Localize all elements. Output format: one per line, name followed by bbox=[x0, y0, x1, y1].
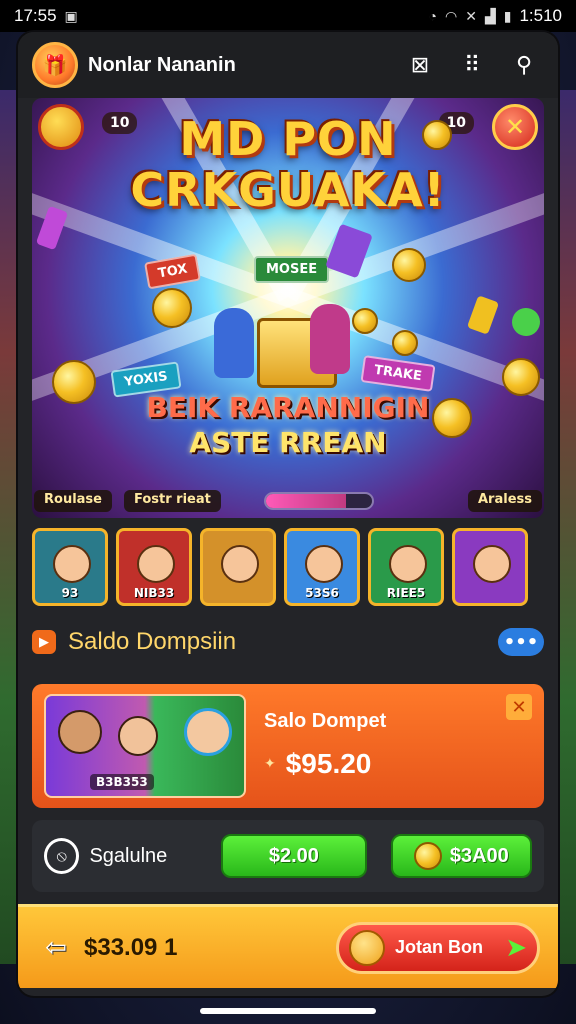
character-face bbox=[389, 545, 427, 583]
banner-tag: MOSEE bbox=[254, 256, 330, 283]
game-thumbnail[interactable]: RIEE5 bbox=[368, 528, 444, 606]
character-face bbox=[53, 545, 91, 583]
coin-icon bbox=[422, 120, 452, 150]
join-button-label: Jotan Bon bbox=[395, 937, 483, 957]
banner-subtitle-line2: ASTE RREAN bbox=[189, 426, 387, 459]
share-icon[interactable]: ⇦ bbox=[36, 928, 76, 968]
character-right bbox=[310, 304, 350, 374]
section-title: Saldo Dompsiin bbox=[68, 628, 237, 655]
amount-button-b[interactable]: $3A00 bbox=[390, 834, 532, 878]
battery-icon: ▮ bbox=[503, 7, 512, 24]
join-emblem-icon bbox=[349, 929, 385, 966]
section-badge-icon: ▶ bbox=[32, 630, 56, 654]
game-thumbnail-label: RIEE5 bbox=[386, 586, 426, 600]
action-row: ⦸ Sgalulne $2.00 $3A00 bbox=[32, 820, 544, 892]
banner-subtitle-line1: BEIK RARANNIGIN bbox=[146, 391, 430, 424]
join-button[interactable]: Jotan Bon ➤ bbox=[336, 921, 540, 974]
alarm-icon: ◔ bbox=[428, 8, 437, 24]
character-avatar bbox=[58, 710, 102, 754]
wallet-amount-row: ✦ $95.20 bbox=[264, 748, 371, 780]
banner-tag: TOX bbox=[144, 253, 202, 290]
status-time-right: 1:510 bbox=[519, 6, 562, 25]
coin-icon bbox=[152, 288, 192, 328]
gem-icon bbox=[466, 295, 500, 335]
wifi-icon: ◠ bbox=[445, 7, 458, 24]
arrow-right-icon: ➤ bbox=[505, 932, 527, 963]
more-options-button[interactable]: ••• bbox=[498, 628, 544, 656]
app-header: 🎁 Nonlar Nananin ⊠ ⠿ ⚲ bbox=[18, 32, 558, 98]
footer-bar: ⇦ $33.09 1 Jotan Bon ➤ bbox=[18, 904, 558, 988]
coin-icon bbox=[352, 308, 378, 334]
banner-headline-line2: CRKGUAKA! bbox=[130, 162, 446, 217]
character-avatar bbox=[184, 708, 232, 756]
character-avatar bbox=[118, 716, 158, 756]
game-thumbnail[interactable] bbox=[200, 528, 276, 606]
character-left bbox=[214, 308, 254, 378]
character-face bbox=[137, 545, 175, 583]
app-logo-icon[interactable]: 🎁 bbox=[32, 42, 78, 88]
coin-icon bbox=[413, 842, 442, 870]
wallet-close-button[interactable]: ✕ bbox=[506, 694, 532, 720]
footer-amount: $33.09 1 bbox=[84, 933, 178, 961]
character-face bbox=[305, 545, 343, 583]
wallet-thumbnail-label: B3B353 bbox=[90, 774, 154, 790]
wallet-thumbnail: B3B353 bbox=[44, 694, 246, 798]
gallery-icon: ▣ bbox=[64, 7, 78, 24]
banner-label-right[interactable]: Araless bbox=[468, 490, 542, 512]
banner-tag: TRAKE bbox=[360, 355, 436, 392]
banner-headline: MD PON CRKGUAKA! bbox=[32, 114, 544, 215]
game-thumbnails: 93 NIB33 53S6 RIEE5 bbox=[18, 518, 558, 606]
banner-progress-bar bbox=[264, 492, 374, 510]
game-thumbnail-label: 53S6 bbox=[305, 586, 339, 600]
character-face bbox=[473, 545, 511, 583]
banner-progress-fill bbox=[266, 494, 346, 508]
promo-banner[interactable]: 10 10 ✕ MD PON CRKGUAKA! TOX MOSEE YOXIS… bbox=[32, 98, 544, 518]
game-thumbnail-label: 93 bbox=[61, 586, 79, 600]
game-thumbnail-label: NIB33 bbox=[133, 586, 175, 600]
grid-menu-icon[interactable]: ⠿ bbox=[452, 45, 492, 85]
banner-label-left[interactable]: Roulase bbox=[34, 490, 112, 512]
banner-headline-line1: MD PON bbox=[179, 112, 397, 166]
home-indicator[interactable] bbox=[200, 1008, 376, 1014]
signal-icon: ▟ bbox=[484, 7, 496, 24]
mute-icon: ✕ bbox=[465, 7, 477, 24]
character-face bbox=[221, 545, 259, 583]
sparkle-icon: ✦ bbox=[264, 756, 276, 772]
status-bar: 17:55 ▣ ◔ ◠ ✕ ▟ ▮ 1:510 bbox=[0, 0, 576, 32]
game-thumbnail[interactable] bbox=[452, 528, 528, 606]
banner-label-middle[interactable]: Fostr rieat bbox=[124, 490, 221, 512]
wallet-amount: $95.20 bbox=[285, 748, 372, 779]
banner-subtitle: BEIK RARANNIGIN ASTE RREAN bbox=[32, 390, 544, 460]
close-box-icon[interactable]: ⊠ bbox=[400, 45, 440, 85]
action-label: Sgalulne bbox=[89, 844, 168, 867]
wallet-section-header: ▶ Saldo Dompsiin ••• bbox=[18, 606, 558, 678]
amount-button-b-label: $3A00 bbox=[449, 844, 509, 867]
game-thumbnail[interactable]: NIB33 bbox=[116, 528, 192, 606]
game-thumbnail[interactable]: 53S6 bbox=[284, 528, 360, 606]
status-time: 17:55 bbox=[14, 6, 57, 25]
game-thumbnail[interactable]: 93 bbox=[32, 528, 108, 606]
coin-icon bbox=[392, 330, 418, 356]
app-title: Nonlar Nananin bbox=[88, 53, 236, 76]
gem-icon bbox=[508, 304, 544, 340]
coin-icon bbox=[392, 248, 426, 282]
schedule-icon: ⦸ bbox=[44, 838, 80, 874]
search-icon[interactable]: ⚲ bbox=[504, 45, 544, 85]
wallet-card[interactable]: B3B353 Salo Dompet ✦ $95.20 ✕ bbox=[32, 684, 544, 808]
app-window: 🎁 Nonlar Nananin ⊠ ⠿ ⚲ 10 10 ✕ MD PON CR… bbox=[18, 32, 558, 996]
wallet-title: Salo Dompet bbox=[264, 710, 387, 732]
amount-button-a[interactable]: $2.00 bbox=[221, 834, 367, 878]
